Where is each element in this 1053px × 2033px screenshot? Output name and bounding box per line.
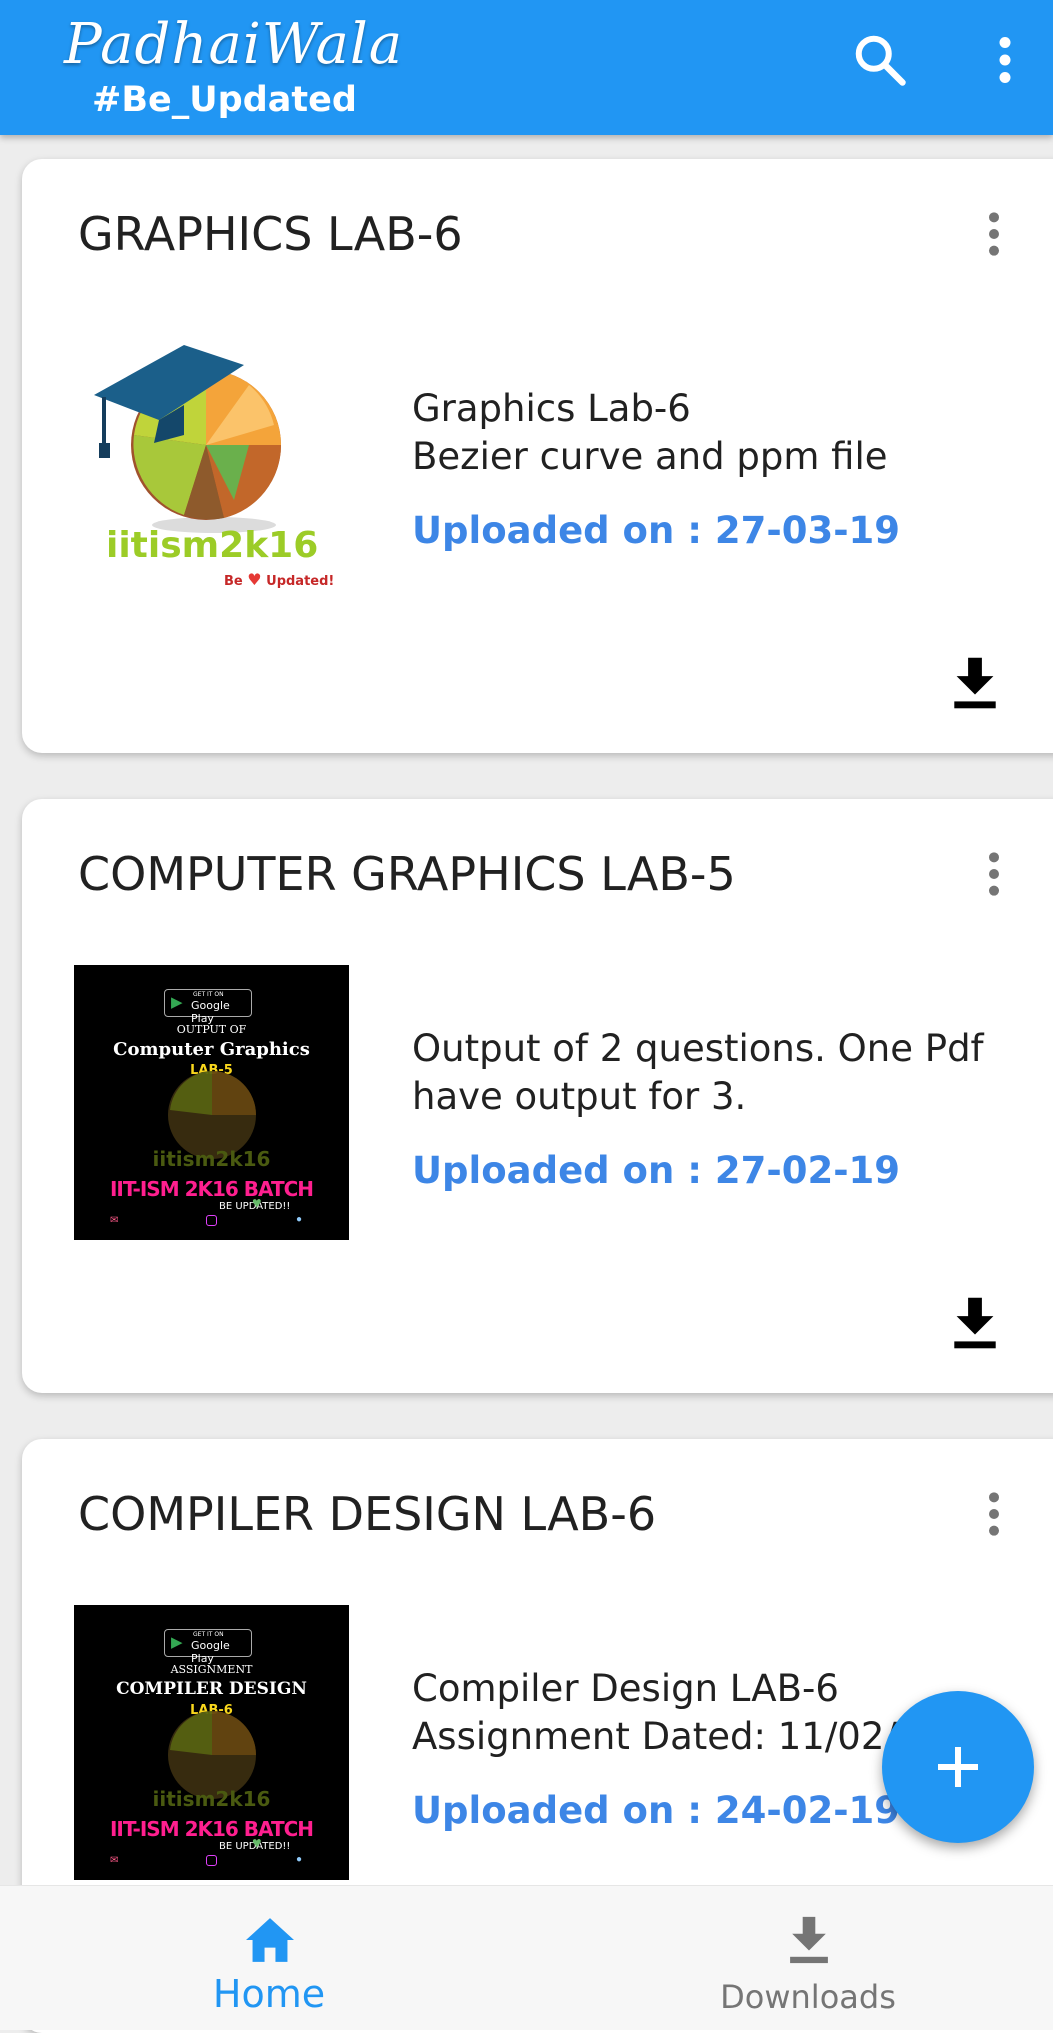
card-more-icon[interactable] bbox=[982, 209, 1006, 259]
app-tagline: #Be_Updated bbox=[92, 80, 357, 120]
search-icon[interactable] bbox=[850, 30, 910, 90]
globe-icon: ● bbox=[296, 1854, 303, 1865]
nav-downloads[interactable]: Downloads bbox=[545, 1886, 1053, 2030]
nav-downloads-label: Downloads bbox=[720, 1978, 896, 2016]
instagram-icon bbox=[206, 1215, 217, 1226]
card-title: COMPUTER GRAPHICS LAB-5 bbox=[78, 847, 736, 901]
slogan-be: Be bbox=[224, 574, 243, 589]
app-title: PadhaiWala bbox=[64, 12, 404, 77]
card-upload-date: Uploaded on : 24-02-19 bbox=[412, 1789, 901, 1832]
heart-icon: ♥ bbox=[247, 570, 262, 589]
mail-icon: ✉ bbox=[110, 1855, 119, 1866]
heart-icon: ♥ bbox=[252, 1835, 262, 1852]
nav-home-label: Home bbox=[212, 1972, 326, 2016]
instagram-icon bbox=[206, 1855, 217, 1866]
mail-icon: ✉ bbox=[110, 1215, 119, 1226]
app-bar: PadhaiWala #Be_Updated bbox=[0, 0, 1053, 135]
note-card[interactable]: GRAPHICS LAB-6 iitism2k16 Be ♥ Updated! … bbox=[22, 159, 1053, 753]
card-thumbnail: ▶ GET IT ON Google Play ASSIGNMENT COMPI… bbox=[74, 1605, 349, 1880]
download-icon bbox=[790, 1916, 828, 1964]
more-vert-icon[interactable] bbox=[985, 30, 1025, 90]
globe-icon: ● bbox=[296, 1214, 303, 1225]
slogan-updated: Updated! bbox=[266, 574, 335, 589]
card-description: Output of 2 questions. One Pdf have outp… bbox=[412, 1027, 984, 1118]
poster-batch: IIT-ISM 2K16 BATCH bbox=[109, 1177, 314, 1201]
card-upload-date: Uploaded on : 27-02-19 bbox=[412, 1149, 901, 1192]
plus-icon bbox=[938, 1747, 978, 1787]
add-fab-button[interactable] bbox=[882, 1691, 1034, 1843]
download-icon[interactable] bbox=[952, 1297, 998, 1349]
poster-brand: iitism2k16 bbox=[152, 1787, 271, 1811]
note-card[interactable]: COMPUTER GRAPHICS LAB-5 ▶ GET IT ON Goog… bbox=[22, 799, 1053, 1393]
card-thumbnail: iitism2k16 Be ♥ Updated! bbox=[74, 325, 349, 600]
card-more-icon[interactable] bbox=[982, 849, 1006, 899]
poster-batch: IIT-ISM 2K16 BATCH bbox=[109, 1817, 314, 1841]
heart-icon: ♥ bbox=[252, 1195, 262, 1212]
card-thumbnail: ▶ GET IT ON Google Play OUTPUT OF Comput… bbox=[74, 965, 349, 1240]
home-icon bbox=[246, 1918, 294, 1962]
card-description: Graphics Lab-6 Bezier curve and ppm file bbox=[412, 387, 888, 478]
thumbnail-slogan: Be ♥ Updated! bbox=[224, 570, 334, 589]
card-upload-date: Uploaded on : 27-03-19 bbox=[412, 509, 901, 552]
card-title: COMPILER DESIGN LAB-6 bbox=[78, 1487, 657, 1541]
card-more-icon[interactable] bbox=[982, 1489, 1006, 1539]
download-icon[interactable] bbox=[952, 657, 998, 709]
bottom-navigation: Home Downloads bbox=[0, 1885, 1053, 2030]
card-title: GRAPHICS LAB-6 bbox=[78, 207, 463, 261]
thumbnail-brand: iitism2k16 bbox=[106, 525, 319, 566]
nav-home[interactable]: Home bbox=[6, 1886, 532, 2030]
poster-brand: iitism2k16 bbox=[152, 1147, 271, 1171]
